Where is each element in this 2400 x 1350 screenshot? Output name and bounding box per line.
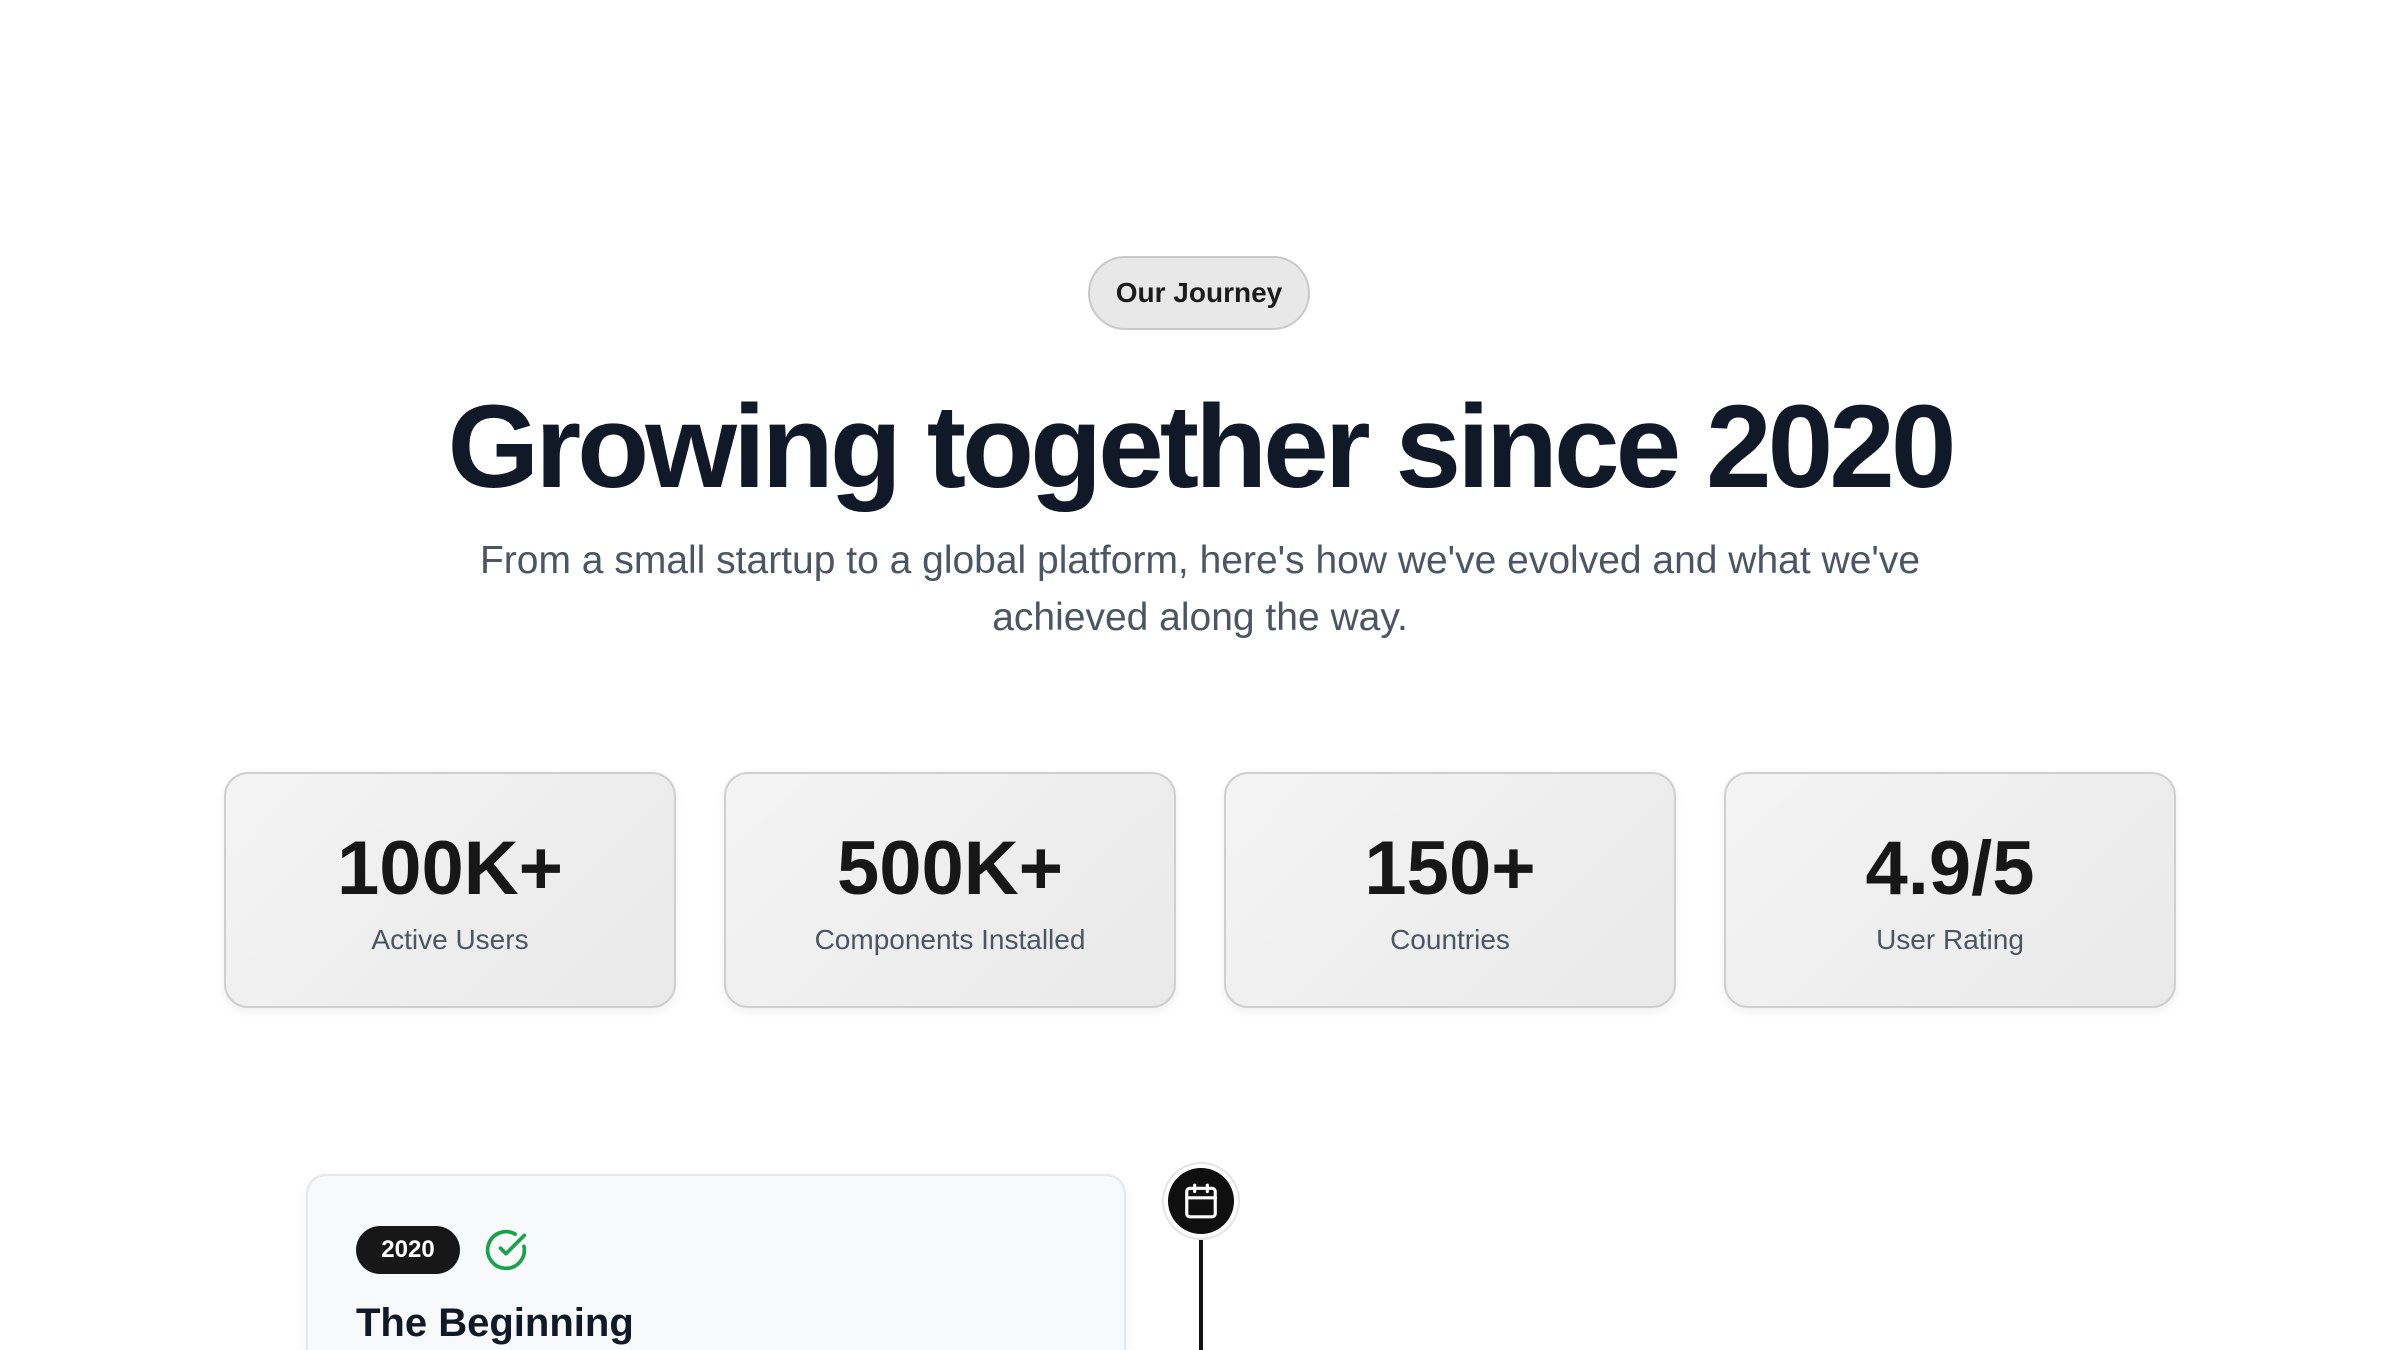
stat-card-user-rating: 4.9/5 User Rating: [1724, 772, 2176, 1008]
stat-card-countries: 150+ Countries: [1224, 772, 1676, 1008]
stat-label: User Rating: [1876, 924, 2024, 955]
timeline-line: [1199, 1228, 1203, 1350]
milestone-card-2020: 2020 The Beginning: [306, 1174, 1126, 1350]
stat-label: Components Installed: [814, 924, 1086, 955]
calendar-icon: [1182, 1182, 1220, 1220]
stat-value: 100K+: [336, 826, 564, 911]
section-badge: Our Journey: [1088, 256, 1310, 330]
timeline-marker: [1168, 1168, 1234, 1234]
stat-value: 4.9/5: [1865, 826, 2035, 911]
page-subtitle: From a small startup to a global platfor…: [479, 539, 1921, 639]
stat-value: 500K+: [836, 826, 1064, 911]
stat-label: Countries: [1390, 924, 1510, 955]
stat-label: Active Users: [371, 924, 529, 955]
journey-page: Our Journey Growing together since 2020 …: [0, 0, 2400, 1350]
milestone-title: The Beginning: [356, 1301, 634, 1345]
page-title: Growing together since 2020: [447, 381, 1956, 513]
stat-card-components-installed: 500K+ Components Installed: [724, 772, 1176, 1008]
stat-value: 150+: [1364, 826, 1536, 911]
check-circle-icon: [484, 1228, 528, 1272]
stats-row: 100K+ Active Users 500K+ Components Inst…: [224, 772, 2176, 1008]
stat-card-active-users: 100K+ Active Users: [224, 772, 676, 1008]
year-badge: 2020: [356, 1226, 460, 1274]
